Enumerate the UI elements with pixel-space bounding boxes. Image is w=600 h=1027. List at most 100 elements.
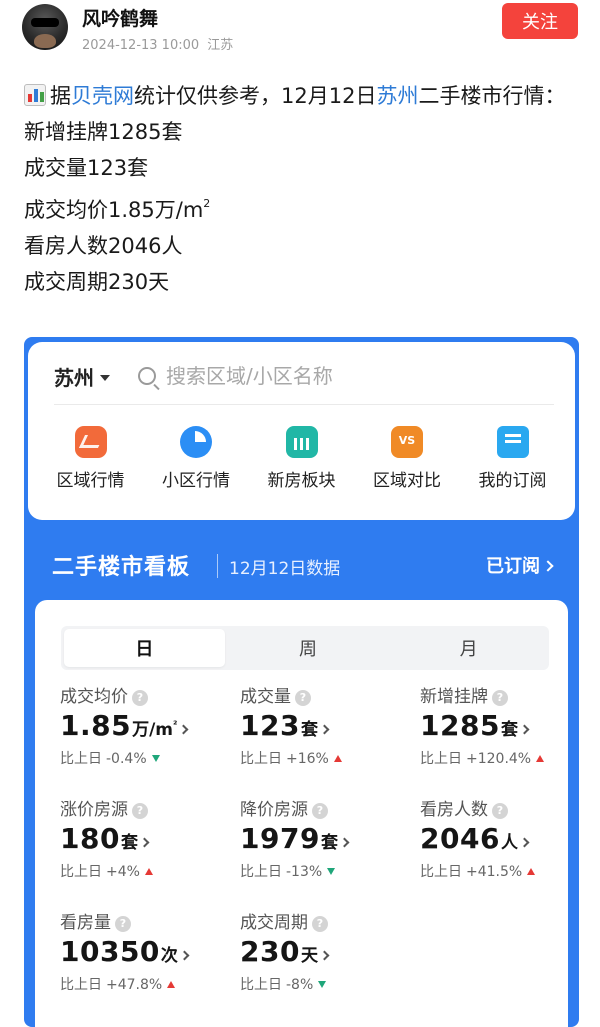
city-select[interactable]: 苏州 [54,362,110,391]
author-avatar[interactable] [22,4,68,50]
subscribed-label: 已订阅 [486,556,540,577]
metric-change: 比上日 -8% [240,974,410,994]
metric-number: 2046 [420,822,500,855]
help-icon[interactable]: ? [115,916,131,932]
quick-nav-community[interactable]: 小区行情 [144,426,249,506]
chevron-right-icon [179,950,190,961]
metric-value[interactable]: 1.85万/m² [60,709,230,745]
metric-unit-sup: ² [173,720,178,731]
metric-change-value: +47.8% [106,977,163,993]
metric-label-text: 新增挂牌 [420,687,488,707]
metric-label: 成交周期? [240,908,410,933]
help-icon[interactable]: ? [492,690,508,706]
quick-nav-subscribe[interactable]: 我的订阅 [460,426,565,506]
metric-change-prefix: 比上日 [60,977,102,993]
post-line-price: 成交均价1.85万/m2 [24,186,574,228]
metric-change-value: +41.5% [466,864,523,880]
tab-month[interactable]: 月 [388,626,549,670]
metric-change: 比上日 -0.4% [60,748,230,768]
post-intro-mid: 统计仅供参考，12月12日 [134,84,377,108]
metric-change-prefix: 比上日 [240,977,282,993]
post-intro-suffix: 二手楼市行情： [418,84,566,108]
author-name[interactable]: 风吟鹤舞 [82,4,158,31]
metric-change-prefix: 比上日 [420,751,462,767]
metric-unit: 次 [160,946,178,966]
metric-value[interactable]: 123套 [240,709,410,745]
search-box[interactable] [138,358,558,394]
city-link[interactable]: 苏州 [376,84,418,108]
metric-cell[interactable]: 成交均价? 1.85万/m² 比上日 -0.4% [60,682,230,768]
metric-cell[interactable]: 成交量? 123套 比上日 +16% [240,682,410,768]
help-icon[interactable]: ? [132,690,148,706]
post-body: 据贝壳网统计仅供参考，12月12日苏州二手楼市行情： 新增挂牌1285套 成交量… [24,78,574,300]
metric-change-value: +120.4% [466,751,532,767]
metric-cell[interactable]: 看房人数? 2046人 比上日 +41.5% [420,795,579,881]
source-link[interactable]: 贝壳网 [71,84,134,108]
embedded-screenshot[interactable]: 苏州 区域行情 小区行情 新房板块 区域对比 [24,337,579,1027]
tab-day[interactable]: 日 [64,629,225,667]
metric-label: 看房量? [60,908,230,933]
quick-nav-label: 我的订阅 [478,471,547,491]
quick-nav-new-house[interactable]: 新房板块 [249,426,354,506]
arrow-up-icon [167,981,176,988]
new-house-icon [285,426,318,458]
subscribed-link[interactable]: 已订阅 [486,552,554,578]
metric-change-prefix: 比上日 [240,751,282,767]
metric-value[interactable]: 10350次 [60,935,230,971]
help-icon[interactable]: ? [132,803,148,819]
post-meta: 2024-12-13 10:00 江苏 [82,34,233,53]
quick-nav-compare[interactable]: 区域对比 [355,426,460,506]
board-title: 二手楼市看板 [52,555,191,580]
help-icon[interactable]: ? [492,803,508,819]
help-icon[interactable]: ? [312,916,328,932]
help-icon[interactable]: ? [312,803,328,819]
metric-change: 比上日 +16% [240,748,410,768]
post-date: 2024-12-13 10:00 [82,38,200,53]
post-intro-prefix: 据 [50,84,71,108]
metric-number: 1285 [420,709,500,742]
metric-label-text: 成交均价 [60,687,128,707]
chevron-right-icon [519,837,530,848]
metric-value[interactable]: 2046人 [420,822,579,858]
metric-value[interactable]: 230天 [240,935,410,971]
metric-label: 涨价房源? [60,795,230,820]
metric-label: 降价房源? [240,795,410,820]
arrow-up-icon [333,755,342,762]
metric-change-value: -8% [286,977,314,993]
metric-label-text: 成交周期 [240,913,308,933]
metric-unit: 人 [500,833,518,853]
metric-value[interactable]: 1285套 [420,709,579,745]
metric-change: 比上日 +120.4% [420,748,579,768]
metric-number: 180 [60,822,120,855]
metric-change: 比上日 +41.5% [420,861,579,881]
quick-nav: 区域行情 小区行情 新房板块 区域对比 我的订阅 [38,426,565,506]
metric-change-value: +16% [286,751,329,767]
metric-change-prefix: 比上日 [420,864,462,880]
subscribe-icon [496,426,529,458]
metric-cell[interactable]: 看房量? 10350次比上日 +47.8% [60,908,230,994]
help-icon[interactable]: ? [295,690,311,706]
post-line-new-listings: 新增挂牌1285套 [24,120,183,144]
metric-cell[interactable]: 涨价房源? 180套 比上日 +4% [60,795,230,881]
metric-label-text: 成交量 [240,687,291,707]
quick-nav-area-trend[interactable]: 区域行情 [38,426,143,506]
city-select-label: 苏州 [54,366,94,390]
community-icon [180,426,212,458]
metric-cell[interactable]: 降价房源? 1979套 比上日 -13% [240,795,410,881]
follow-button[interactable]: 关注 [502,3,578,39]
metric-cell[interactable]: 成交周期? 230天 比上日 -8% [240,908,410,994]
tab-week[interactable]: 周 [228,626,389,670]
metric-change-value: -0.4% [106,751,147,767]
arrow-down-icon [327,868,336,875]
chevron-right-icon [542,560,554,572]
area-trend-icon [74,426,107,458]
board-date: 12月12日数据 [229,559,341,579]
arrow-up-icon [536,755,545,762]
metric-cell[interactable]: 新增挂牌? 1285套比上日 +120.4% [420,682,579,768]
search-input[interactable] [164,363,524,389]
metric-label: 成交量? [240,682,410,707]
post-header: 风吟鹤舞 2024-12-13 10:00 江苏 关注 [0,0,600,60]
metric-change-value: -13% [286,864,323,880]
metric-value[interactable]: 180套 [60,822,230,858]
metric-value[interactable]: 1979套 [240,822,410,858]
